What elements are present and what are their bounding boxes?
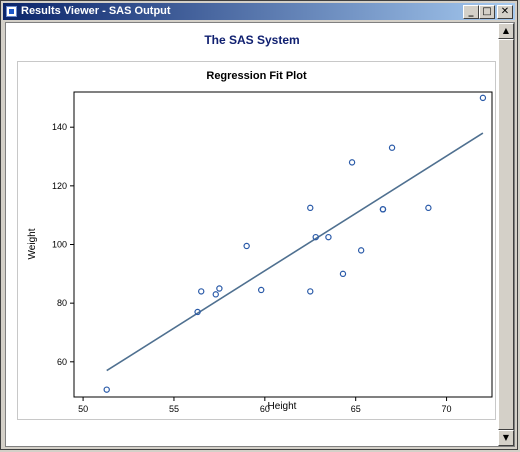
y-axis-ticks: 60 80 100 120 140 bbox=[52, 122, 74, 367]
data-point bbox=[388, 144, 396, 151]
y-tick-label: 100 bbox=[52, 240, 67, 250]
regression-graph: Regression Fit Plot 50 55 60 65 70 60 80 100 12… bbox=[17, 61, 496, 420]
regression-fit-line bbox=[106, 132, 484, 372]
y-axis-label: Weight bbox=[27, 228, 38, 259]
data-point bbox=[307, 204, 314, 212]
y-tick-label: 80 bbox=[57, 298, 67, 308]
x-tick-label: 70 bbox=[442, 404, 452, 414]
y-tick-label: 120 bbox=[52, 181, 67, 191]
arrow-up-icon: ▲ bbox=[502, 26, 510, 35]
scroll-thumb[interactable] bbox=[498, 39, 514, 430]
data-point bbox=[212, 291, 219, 298]
data-point bbox=[257, 286, 265, 294]
vertical-scrollbar[interactable]: ▲ ▼ bbox=[498, 23, 514, 446]
data-point bbox=[479, 94, 487, 102]
regression-fit-plot: 50 55 60 65 70 60 80 100 120 140 Height Weight bbox=[27, 91, 493, 414]
close-button[interactable]: ✕ bbox=[497, 5, 513, 19]
x-axis-label: Height bbox=[268, 401, 297, 412]
data-point bbox=[357, 247, 365, 254]
scroll-up-button[interactable]: ▲ bbox=[498, 23, 514, 39]
y-tick-label: 60 bbox=[57, 357, 67, 367]
x-axis-ticks: 50 55 60 65 70 bbox=[78, 397, 452, 414]
x-tick-label: 55 bbox=[169, 404, 179, 414]
close-icon: ✕ bbox=[500, 6, 510, 17]
data-point bbox=[339, 270, 347, 278]
data-point bbox=[348, 159, 356, 166]
minimize-icon: _ bbox=[468, 6, 474, 17]
maximize-button[interactable]: □ bbox=[479, 5, 495, 19]
title-bar[interactable]: Results Viewer - SAS Output _ □ ✕ bbox=[3, 3, 515, 20]
fit-line-group bbox=[106, 132, 484, 372]
data-point bbox=[243, 242, 250, 250]
scroll-down-button[interactable]: ▼ bbox=[498, 430, 514, 446]
output-content: The SAS System Regression Fit Plot 50 55 6… bbox=[6, 23, 498, 446]
y-tick-label: 140 bbox=[52, 122, 67, 132]
data-point bbox=[198, 288, 205, 295]
x-tick-label: 65 bbox=[351, 404, 361, 414]
results-viewer-window: Results Viewer - SAS Output _ □ ✕ The SA… bbox=[0, 0, 518, 450]
maximize-icon: □ bbox=[482, 6, 492, 17]
sas-app-icon bbox=[6, 6, 17, 17]
data-points bbox=[103, 94, 487, 393]
data-point bbox=[325, 233, 332, 241]
data-point bbox=[103, 386, 110, 393]
data-point bbox=[307, 288, 314, 295]
output-pane[interactable]: The SAS System Regression Fit Plot 50 55 6… bbox=[5, 22, 515, 447]
minimize-button[interactable]: _ bbox=[463, 5, 479, 19]
window-title: Results Viewer - SAS Output bbox=[21, 5, 171, 17]
data-point bbox=[379, 206, 387, 213]
arrow-down-icon: ▼ bbox=[502, 433, 510, 442]
data-point bbox=[425, 204, 432, 212]
x-tick-label: 50 bbox=[78, 404, 88, 414]
data-point bbox=[216, 285, 223, 292]
procedure-title: The SAS System bbox=[204, 33, 300, 47]
